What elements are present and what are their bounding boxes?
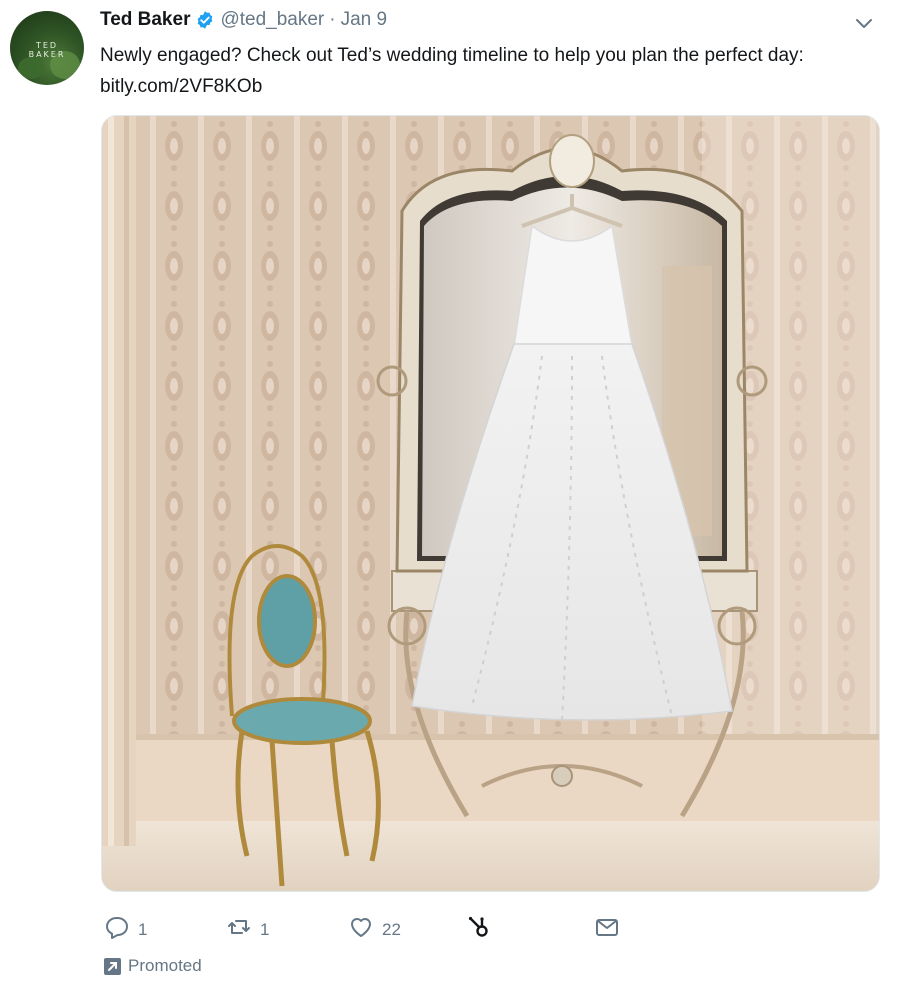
promoted-icon	[104, 957, 121, 975]
retweet-count: 1	[260, 919, 270, 939]
retweet-icon	[226, 914, 252, 945]
tweet-photo[interactable]	[101, 115, 880, 892]
hubspot-button[interactable]	[466, 914, 492, 945]
separator-dot: ·	[329, 9, 336, 30]
tweet-text: Newly engaged? Check out Ted’s wedding t…	[100, 45, 804, 97]
caret-down-icon[interactable]	[852, 14, 876, 34]
author-avatar[interactable]: TED BAKER	[10, 11, 84, 85]
tweet-date[interactable]: Jan 9	[341, 9, 387, 31]
avatar-logo-text: TED BAKER	[28, 41, 66, 59]
promoted-label[interactable]: Promoted	[104, 956, 202, 976]
author-name[interactable]: Ted Baker	[100, 9, 190, 31]
like-icon	[348, 914, 374, 945]
hubspot-icon	[466, 914, 492, 945]
wedding-dress-photo	[102, 116, 879, 891]
like-button[interactable]: 22	[348, 914, 401, 945]
avatar-foliage	[18, 57, 44, 79]
retweet-button[interactable]: 1	[226, 914, 269, 945]
direct-message-button[interactable]	[594, 914, 620, 945]
promoted-text: Promoted	[128, 956, 202, 975]
author-handle[interactable]: @ted_baker	[220, 9, 324, 31]
reply-count: 1	[138, 919, 148, 939]
tweet-header: Ted Baker @ted_baker · Jan 9	[100, 9, 387, 31]
tweet-actions: 1 1 22	[100, 914, 660, 946]
reply-icon	[104, 914, 130, 945]
reply-button[interactable]: 1	[104, 914, 147, 945]
like-count: 22	[382, 919, 401, 939]
message-icon	[594, 914, 620, 945]
verified-badge-icon	[195, 10, 215, 30]
